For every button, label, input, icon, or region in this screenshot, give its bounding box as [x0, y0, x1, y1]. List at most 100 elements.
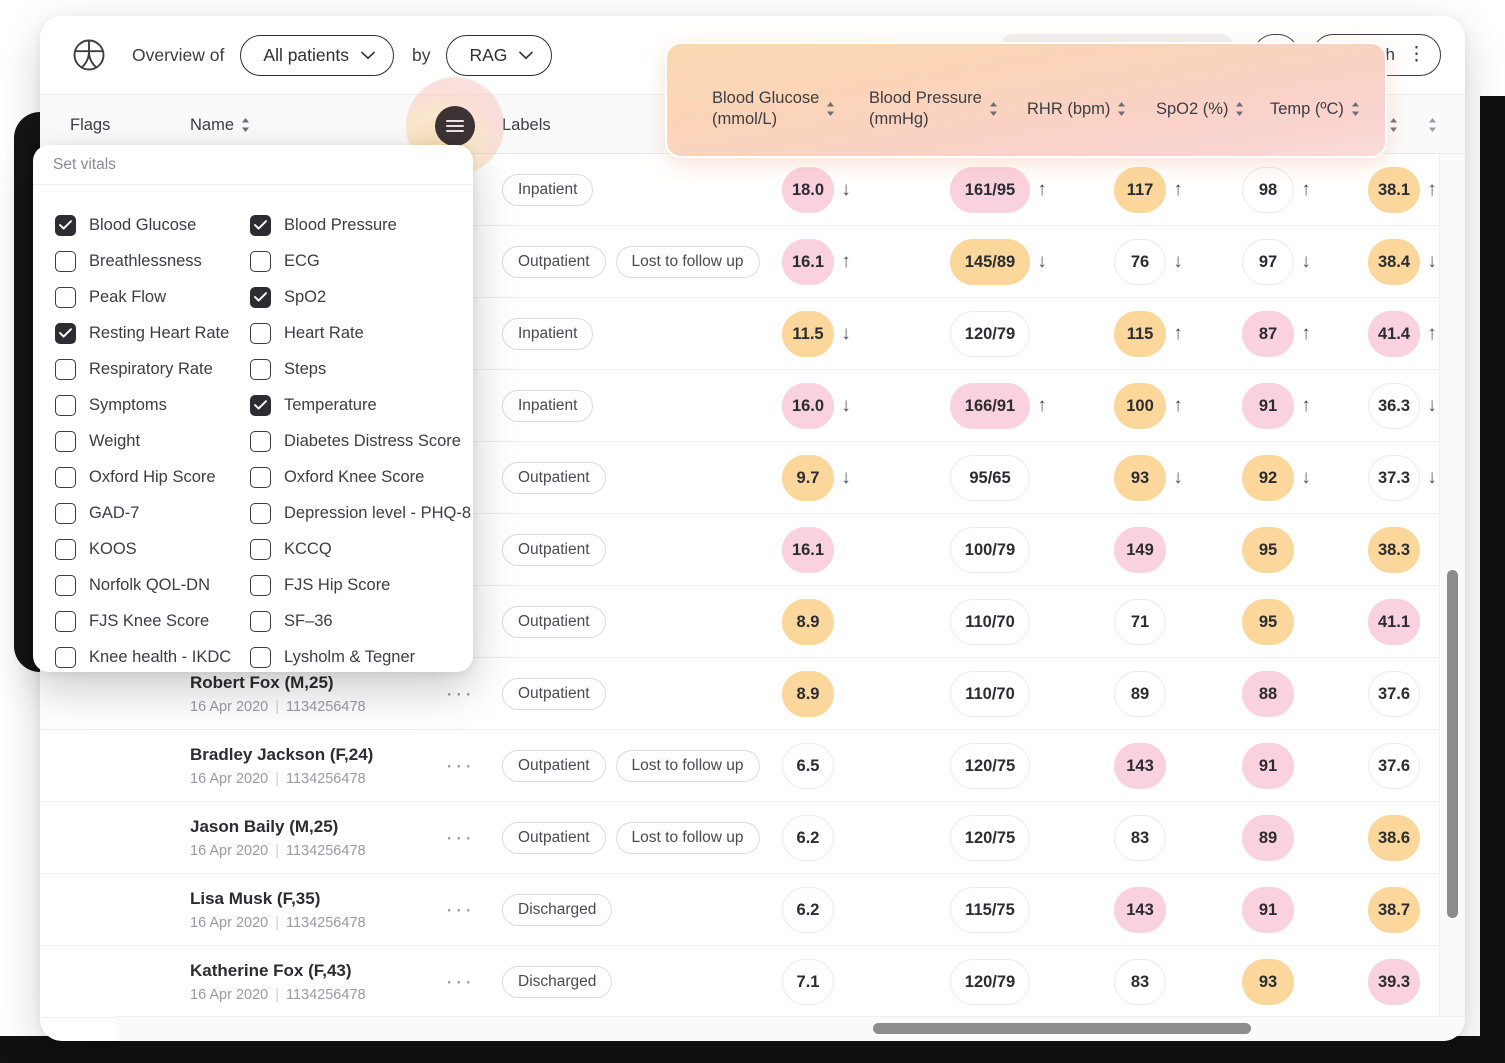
checkbox-unchecked-icon[interactable]: [250, 538, 271, 560]
vital-option-gad-7[interactable]: GAD-7: [33, 495, 228, 531]
checkbox-unchecked-icon[interactable]: [250, 430, 271, 452]
overlay-header-rhr[interactable]: RHR (bpm): [1027, 99, 1126, 120]
label-tag[interactable]: Outpatient: [502, 750, 606, 782]
row-bg-cell[interactable]: 16.1 ↑: [782, 226, 858, 298]
grouping-filter-select[interactable]: RAG: [446, 34, 553, 76]
row-bp-cell[interactable]: 95/65: [950, 442, 1054, 514]
vital-option-breathlessness[interactable]: Breathlessness: [33, 243, 228, 279]
label-tag[interactable]: Lost to follow up: [615, 750, 760, 782]
vital-option-norfolk-qol-dn[interactable]: Norfolk QOL-DN: [33, 567, 228, 603]
row-more-icon[interactable]: ···: [446, 682, 474, 706]
row-temp-cell[interactable]: 37.3 ↓: [1368, 442, 1444, 514]
row-actions-cell[interactable]: ···: [440, 802, 480, 874]
row-bp-cell[interactable]: 110/70: [950, 658, 1054, 730]
vital-option-koos[interactable]: KOOS: [33, 531, 228, 567]
vital-option-temperature[interactable]: Temperature: [228, 387, 473, 423]
row-bg-cell[interactable]: 8.9: [782, 586, 858, 658]
vital-option-spo2[interactable]: SpO2: [228, 279, 473, 315]
row-labels-cell[interactable]: Outpatient Lost to follow up: [502, 226, 802, 298]
checkbox-unchecked-icon[interactable]: [55, 394, 76, 416]
row-rhr-cell[interactable]: 76 ↓: [1114, 226, 1190, 298]
vital-option-weight[interactable]: Weight: [33, 423, 228, 459]
vital-option-ecg[interactable]: ECG: [228, 243, 473, 279]
column-menu-button[interactable]: [435, 106, 475, 146]
row-temp-cell[interactable]: 37.6: [1368, 730, 1444, 802]
vital-option-respiratory-rate[interactable]: Respiratory Rate: [33, 351, 228, 387]
row-bp-cell[interactable]: 120/75: [950, 802, 1054, 874]
vital-option-knee-health-ikdc[interactable]: Knee health - IKDC: [33, 639, 231, 672]
row-bp-cell[interactable]: 110/70: [950, 586, 1054, 658]
vital-option-sf-36[interactable]: SF–36: [228, 603, 473, 639]
checkbox-unchecked-icon[interactable]: [55, 466, 76, 488]
row-bg-cell[interactable]: 9.7 ↓: [782, 442, 858, 514]
checkbox-unchecked-icon[interactable]: [250, 502, 271, 524]
row-rhr-cell[interactable]: 83: [1114, 802, 1190, 874]
row-name-cell[interactable]: Katherine Fox (F,43) 16 Apr 2020 | 11342564…: [190, 946, 430, 1018]
label-tag[interactable]: Outpatient: [502, 822, 606, 854]
checkbox-unchecked-icon[interactable]: [55, 610, 76, 632]
row-bg-cell[interactable]: 6.5: [782, 730, 858, 802]
row-labels-cell[interactable]: Outpatient Lost to follow up: [502, 730, 802, 802]
row-bg-cell[interactable]: 18.0 ↓: [782, 154, 858, 226]
row-flags-cell[interactable]: [70, 802, 180, 874]
label-tag[interactable]: Discharged: [502, 894, 613, 926]
row-rhr-cell[interactable]: 89: [1114, 658, 1190, 730]
label-tag[interactable]: Discharged: [502, 966, 613, 998]
row-bp-cell[interactable]: 120/75: [950, 730, 1054, 802]
vital-option-symptoms[interactable]: Symptoms: [33, 387, 228, 423]
row-actions-cell[interactable]: ···: [440, 730, 480, 802]
row-bp-cell[interactable]: 161/95 ↑: [950, 154, 1054, 226]
checkbox-unchecked-icon[interactable]: [55, 286, 76, 308]
app-logo-icon[interactable]: [70, 36, 108, 74]
row-rhr-cell[interactable]: 149: [1114, 514, 1190, 586]
row-bp-cell[interactable]: 120/79: [950, 946, 1054, 1018]
table-row[interactable]: Jason Baily (M,25) 16 Apr 2020 | 1134256478…: [40, 802, 1465, 874]
column-header-overflow[interactable]: [1428, 95, 1437, 155]
sort-arrows-icon[interactable]: [1351, 101, 1360, 117]
overlay-header-spo2[interactable]: SpO2 (%): [1156, 99, 1244, 120]
row-rhr-cell[interactable]: 143: [1114, 874, 1190, 946]
kebab-menu-icon[interactable]: ⋮: [1407, 45, 1426, 64]
vital-option-kccq[interactable]: KCCQ: [228, 531, 473, 567]
row-temp-cell[interactable]: 38.4 ↓: [1368, 226, 1444, 298]
row-rhr-cell[interactable]: 143: [1114, 730, 1190, 802]
checkbox-unchecked-icon[interactable]: [55, 250, 76, 272]
vertical-scrollbar-track[interactable]: [1439, 154, 1465, 1016]
checkbox-unchecked-icon[interactable]: [55, 574, 76, 596]
row-labels-cell[interactable]: Inpatient: [502, 370, 802, 442]
row-actions-cell[interactable]: ···: [440, 874, 480, 946]
row-labels-cell[interactable]: Discharged: [502, 946, 802, 1018]
row-spo2-cell[interactable]: 93: [1242, 946, 1318, 1018]
row-rhr-cell[interactable]: 100 ↑: [1114, 370, 1190, 442]
checkbox-checked-icon[interactable]: [55, 322, 76, 344]
vital-option-heart-rate[interactable]: Heart Rate: [228, 315, 473, 351]
row-bp-cell[interactable]: 115/75: [950, 874, 1054, 946]
overlay-header-blood-pressure[interactable]: Blood Pressure (mmHg): [869, 88, 998, 129]
row-spo2-cell[interactable]: 88: [1242, 658, 1318, 730]
checkbox-unchecked-icon[interactable]: [250, 574, 271, 596]
checkbox-unchecked-icon[interactable]: [55, 430, 76, 452]
row-temp-cell[interactable]: 38.1 ↑: [1368, 154, 1444, 226]
checkbox-unchecked-icon[interactable]: [250, 250, 271, 272]
row-spo2-cell[interactable]: 97 ↓: [1242, 226, 1318, 298]
vital-option-fjs-hip-score[interactable]: FJS Hip Score: [228, 567, 473, 603]
label-tag[interactable]: Lost to follow up: [615, 246, 760, 278]
sort-arrows-icon[interactable]: [1117, 101, 1126, 117]
row-temp-cell[interactable]: 36.3 ↓: [1368, 370, 1444, 442]
row-bg-cell[interactable]: 16.1: [782, 514, 858, 586]
table-row[interactable]: Bradley Jackson (F,24) 16 Apr 2020 | 113425…: [40, 730, 1465, 802]
checkbox-checked-icon[interactable]: [250, 214, 271, 236]
row-bg-cell[interactable]: 6.2: [782, 802, 858, 874]
row-spo2-cell[interactable]: 91: [1242, 874, 1318, 946]
row-labels-cell[interactable]: Outpatient Lost to follow up: [502, 802, 802, 874]
checkbox-unchecked-icon[interactable]: [55, 646, 76, 668]
row-spo2-cell[interactable]: 89: [1242, 802, 1318, 874]
horizontal-scrollbar-thumb[interactable]: [873, 1023, 1251, 1034]
row-rhr-cell[interactable]: 93 ↓: [1114, 442, 1190, 514]
row-bg-cell[interactable]: 7.1: [782, 946, 858, 1018]
row-flags-cell[interactable]: [70, 946, 180, 1018]
row-spo2-cell[interactable]: 95: [1242, 586, 1318, 658]
set-vitals-options-grid[interactable]: Blood Glucose Blood Pressure Breathlessnes…: [33, 185, 473, 672]
checkbox-unchecked-icon[interactable]: [55, 502, 76, 524]
horizontal-scrollbar-track[interactable]: [116, 1016, 1465, 1041]
